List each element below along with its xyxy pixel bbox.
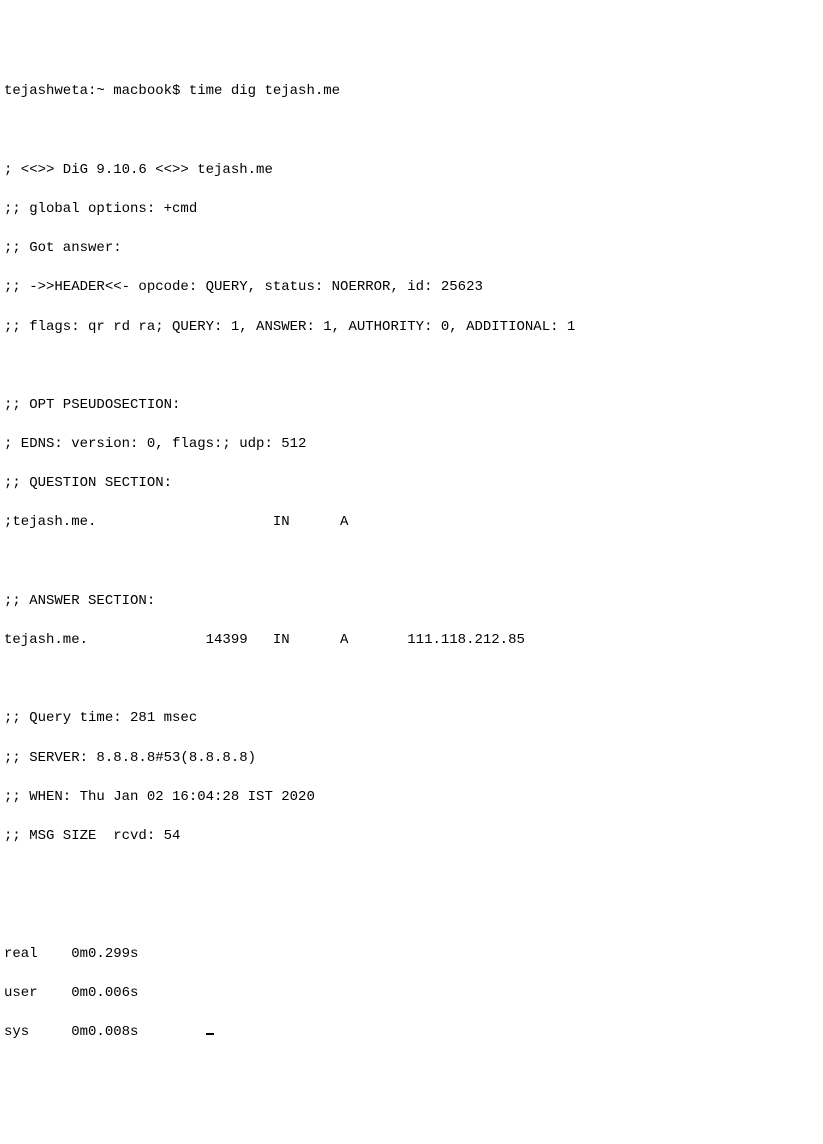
shell-prompt: tejashweta:~ macbook$	[4, 83, 180, 99]
blank-line	[4, 866, 823, 886]
time-real: real 0m0.299s	[4, 945, 823, 965]
blank-line	[4, 905, 823, 925]
dig-got-answer: ;; Got answer:	[4, 239, 823, 259]
dig-edns: ; EDNS: version: 0, flags:; udp: 512	[4, 435, 823, 455]
command-text: time dig tejash.me	[189, 83, 340, 99]
dig-server: ;; SERVER: 8.8.8.8#53(8.8.8.8)	[4, 749, 823, 769]
time-sys: sys 0m0.008s	[4, 1024, 138, 1040]
blank-line	[4, 357, 823, 377]
time-user: user 0m0.006s	[4, 984, 823, 1004]
dig-answer-header: ;; ANSWER SECTION:	[4, 592, 823, 612]
dig-question-header: ;; QUESTION SECTION:	[4, 474, 823, 494]
cursor-icon	[206, 1033, 214, 1035]
prompt-line: tejashweta:~ macbook$ time dig tejash.me	[4, 82, 823, 102]
dig-flags: ;; flags: qr rd ra; QUERY: 1, ANSWER: 1,…	[4, 318, 823, 338]
dig-banner: ; <<>> DiG 9.10.6 <<>> tejash.me	[4, 161, 823, 181]
blank-line	[4, 122, 823, 142]
blank-line	[4, 553, 823, 573]
dig-msg-size: ;; MSG SIZE rcvd: 54	[4, 827, 823, 847]
blank-line	[4, 670, 823, 690]
dig-opt-header: ;; OPT PSEUDOSECTION:	[4, 396, 823, 416]
time-sys-line: sys 0m0.008s	[4, 1023, 823, 1043]
dig-when: ;; WHEN: Thu Jan 02 16:04:28 IST 2020	[4, 788, 823, 808]
dig-answer-line: tejash.me. 14399 IN A 111.118.212.85	[4, 631, 823, 651]
dig-query-time: ;; Query time: 281 msec	[4, 709, 823, 729]
dig-question-line: ;tejash.me. IN A	[4, 513, 823, 533]
dig-header: ;; ->>HEADER<<- opcode: QUERY, status: N…	[4, 278, 823, 298]
dig-global-options: ;; global options: +cmd	[4, 200, 823, 220]
terminal-output[interactable]: tejashweta:~ macbook$ time dig tejash.me…	[4, 82, 823, 1042]
